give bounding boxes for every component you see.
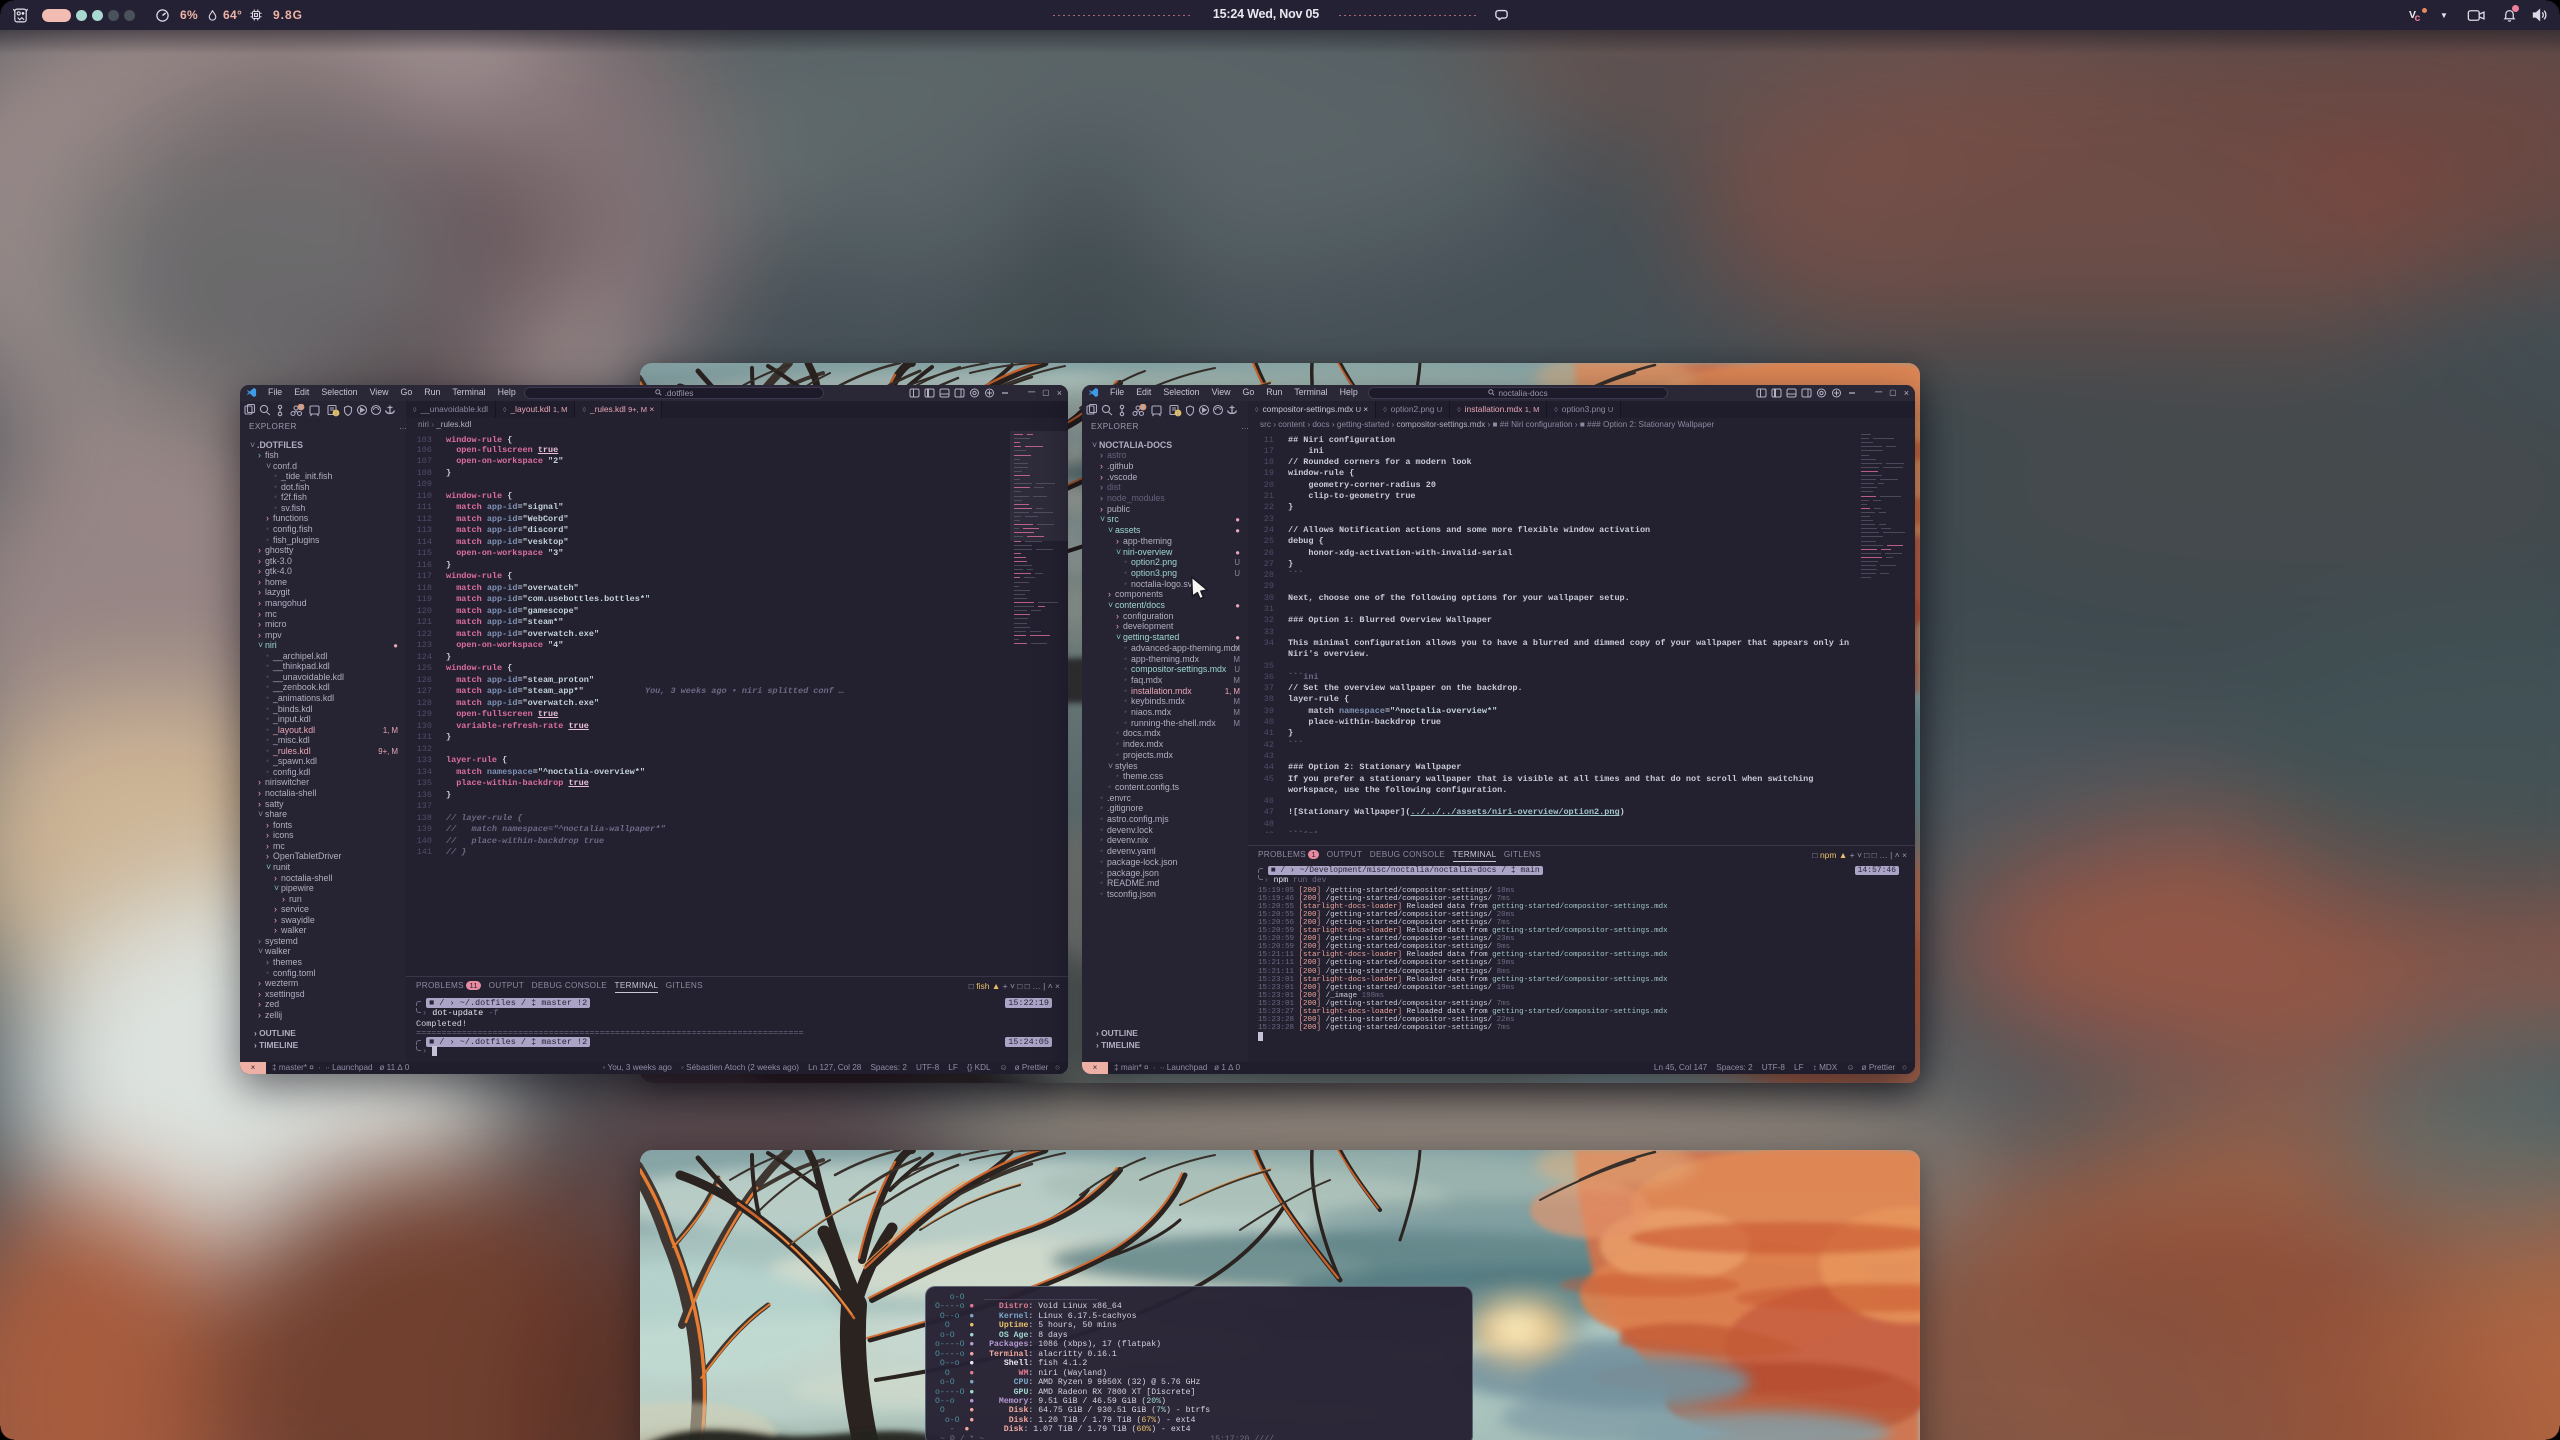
svg-text:2: 2 <box>300 405 303 411</box>
svg-text:2: 2 <box>1142 405 1145 411</box>
